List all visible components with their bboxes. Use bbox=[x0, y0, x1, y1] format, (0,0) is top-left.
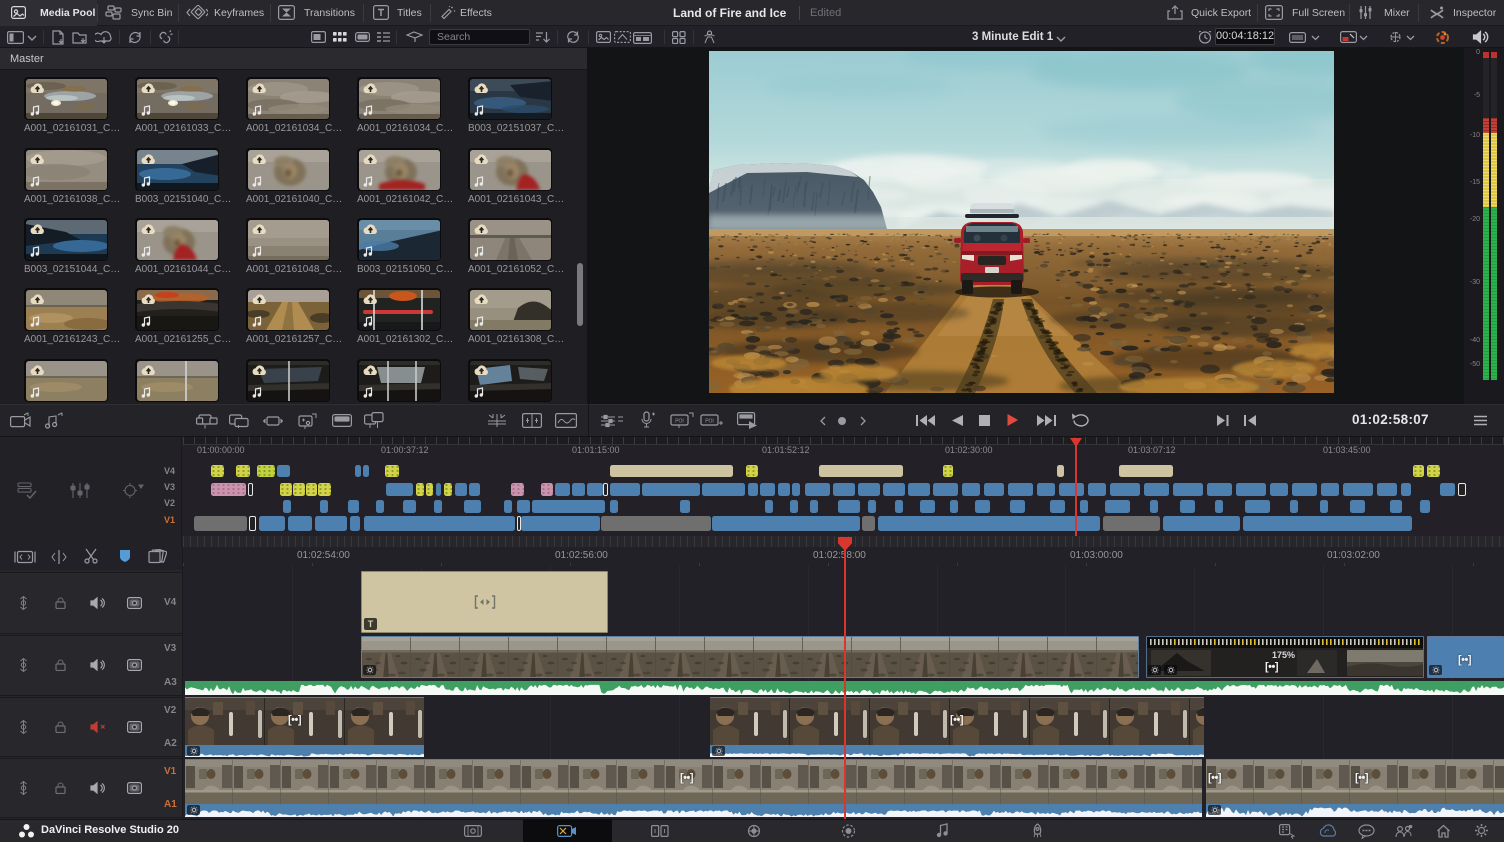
svg-text:POI: POI bbox=[705, 419, 714, 425]
svg-text:POI: POI bbox=[675, 419, 684, 425]
